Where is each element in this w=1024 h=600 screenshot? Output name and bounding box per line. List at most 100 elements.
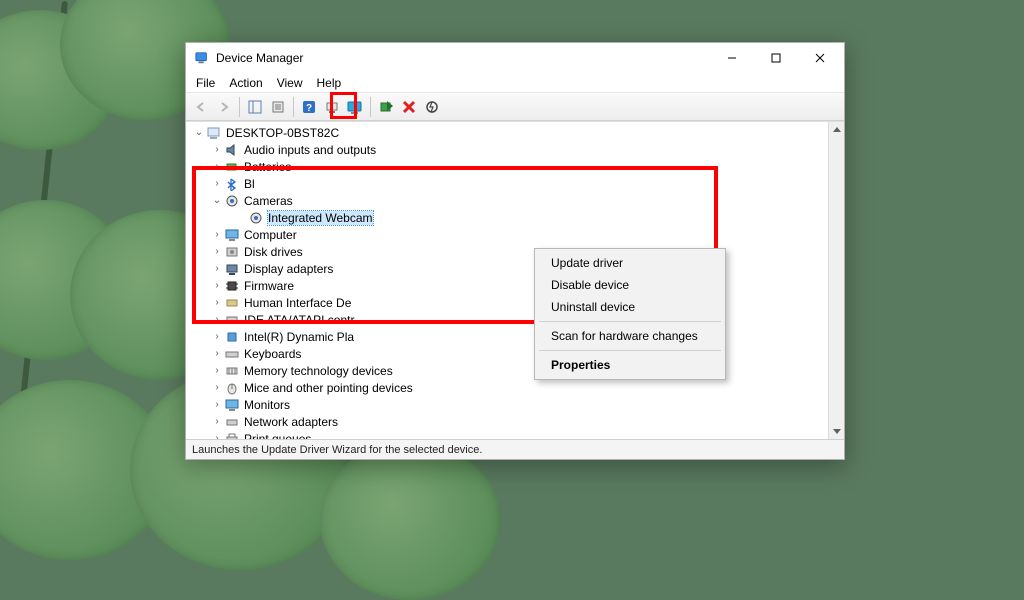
tree-node-hid[interactable]: › Human Interface De [186, 294, 828, 311]
ctx-separator [539, 350, 721, 351]
monitor-icon [224, 397, 240, 413]
webcam-icon [248, 210, 264, 226]
computer-icon [206, 125, 222, 141]
content-area: ⌄ DESKTOP-0BST82C › Audio inputs and out… [186, 121, 844, 439]
minimize-button[interactable] [710, 43, 754, 73]
disable-device-button[interactable] [421, 96, 443, 118]
toolbar-separator [293, 97, 294, 117]
tree-node-monitors[interactable]: › Monitors [186, 396, 828, 413]
show-hide-tree-button[interactable] [244, 96, 266, 118]
device-manager-window: Device Manager File Action View Help ? ⌄ [185, 42, 845, 460]
collapse-icon[interactable]: ⌄ [192, 127, 206, 138]
toolbar-separator [370, 97, 371, 117]
tree-node-memory[interactable]: › Memory technology devices [186, 362, 828, 379]
expand-icon[interactable]: › [210, 229, 224, 240]
device-tree[interactable]: ⌄ DESKTOP-0BST82C › Audio inputs and out… [186, 122, 828, 439]
ctx-separator [539, 321, 721, 322]
expand-icon[interactable]: › [210, 416, 224, 427]
ctx-scan-hardware[interactable]: Scan for hardware changes [537, 325, 723, 347]
svg-text:?: ? [306, 103, 312, 114]
ctx-properties[interactable]: Properties [537, 354, 723, 376]
menu-view[interactable]: View [271, 75, 309, 91]
menubar: File Action View Help [186, 73, 844, 93]
tree-node-display-adapters[interactable]: › Display adapters [186, 260, 828, 277]
expand-icon[interactable]: › [210, 178, 224, 189]
expand-icon[interactable]: › [210, 314, 224, 325]
expand-icon[interactable]: › [210, 263, 224, 274]
menu-file[interactable]: File [190, 75, 221, 91]
bluetooth-icon [224, 176, 240, 192]
expand-icon[interactable]: › [210, 433, 224, 439]
forward-button[interactable] [213, 96, 235, 118]
tree-root[interactable]: ⌄ DESKTOP-0BST82C [186, 124, 828, 141]
tree-node-audio[interactable]: › Audio inputs and outputs [186, 141, 828, 158]
tree-label: Batteries [244, 160, 291, 174]
menu-help[interactable]: Help [311, 75, 348, 91]
expand-icon[interactable]: › [210, 280, 224, 291]
expand-icon[interactable]: › [210, 399, 224, 410]
tree-label: Monitors [244, 398, 290, 412]
enable-device-button[interactable] [375, 96, 397, 118]
tree-node-firmware[interactable]: › Firmware [186, 277, 828, 294]
update-driver-button[interactable] [344, 96, 366, 118]
tree-label: Mice and other pointing devices [244, 381, 413, 395]
vertical-scrollbar[interactable] [828, 122, 844, 439]
chip-icon [224, 329, 240, 345]
tree-label: Keyboards [244, 347, 301, 361]
back-button[interactable] [190, 96, 212, 118]
expand-icon[interactable]: › [210, 331, 224, 342]
statusbar: Launches the Update Driver Wizard for th… [186, 439, 844, 459]
toolbar: ? [186, 93, 844, 121]
tree-label: Memory technology devices [244, 364, 393, 378]
tree-node-bluetooth[interactable]: › Bl [186, 175, 828, 192]
titlebar[interactable]: Device Manager [186, 43, 844, 73]
expand-icon[interactable]: › [210, 297, 224, 308]
collapse-icon[interactable]: ⌄ [210, 195, 224, 206]
window-title: Device Manager [216, 51, 710, 65]
tree-node-intel-dynamic[interactable]: › Intel(R) Dynamic Pla [186, 328, 828, 345]
tree-node-ide[interactable]: › IDE ATA/ATAPI contr [186, 311, 828, 328]
tree-label: IDE ATA/ATAPI contr [244, 313, 354, 327]
ctx-disable-device[interactable]: Disable device [537, 274, 723, 296]
expand-icon[interactable]: › [210, 348, 224, 359]
printer-icon [224, 431, 240, 440]
disk-icon [224, 244, 240, 260]
maximize-button[interactable] [754, 43, 798, 73]
expand-icon[interactable]: › [210, 246, 224, 257]
tree-node-cameras[interactable]: ⌄ Cameras [186, 192, 828, 209]
mouse-icon [224, 380, 240, 396]
tree-label: Network adapters [244, 415, 338, 429]
tree-label: Print queues [244, 432, 311, 440]
tree-node-computer[interactable]: › Computer [186, 226, 828, 243]
tree-label: Human Interface De [244, 296, 351, 310]
tree-label: Intel(R) Dynamic Pla [244, 330, 354, 344]
uninstall-device-button[interactable] [398, 96, 420, 118]
ide-icon [224, 312, 240, 328]
keyboard-icon [224, 346, 240, 362]
ctx-update-driver[interactable]: Update driver [537, 252, 723, 274]
tree-node-integrated-webcam[interactable]: Integrated Webcam [186, 209, 828, 226]
close-button[interactable] [798, 43, 842, 73]
tree-node-keyboards[interactable]: › Keyboards [186, 345, 828, 362]
expand-icon[interactable]: › [210, 382, 224, 393]
tree-node-print-queues[interactable]: › Print queues [186, 430, 828, 439]
tree-root-label: DESKTOP-0BST82C [226, 126, 339, 140]
menu-action[interactable]: Action [223, 75, 268, 91]
expand-icon[interactable]: › [210, 144, 224, 155]
tree-node-network[interactable]: › Network adapters [186, 413, 828, 430]
ctx-uninstall-device[interactable]: Uninstall device [537, 296, 723, 318]
expand-icon[interactable]: › [210, 365, 224, 376]
tree-node-batteries[interactable]: › Batteries [186, 158, 828, 175]
properties-button[interactable] [267, 96, 289, 118]
tree-label: Integrated Webcam [268, 211, 373, 225]
monitor-icon [224, 227, 240, 243]
tree-label: Cameras [244, 194, 293, 208]
scan-hardware-button[interactable] [321, 96, 343, 118]
tree-label: Firmware [244, 279, 294, 293]
firmware-icon [224, 278, 240, 294]
expand-icon[interactable]: › [210, 161, 224, 172]
help-button[interactable]: ? [298, 96, 320, 118]
tree-node-disk-drives[interactable]: › Disk drives [186, 243, 828, 260]
status-text: Launches the Update Driver Wizard for th… [192, 444, 482, 456]
tree-node-mice[interactable]: › Mice and other pointing devices [186, 379, 828, 396]
